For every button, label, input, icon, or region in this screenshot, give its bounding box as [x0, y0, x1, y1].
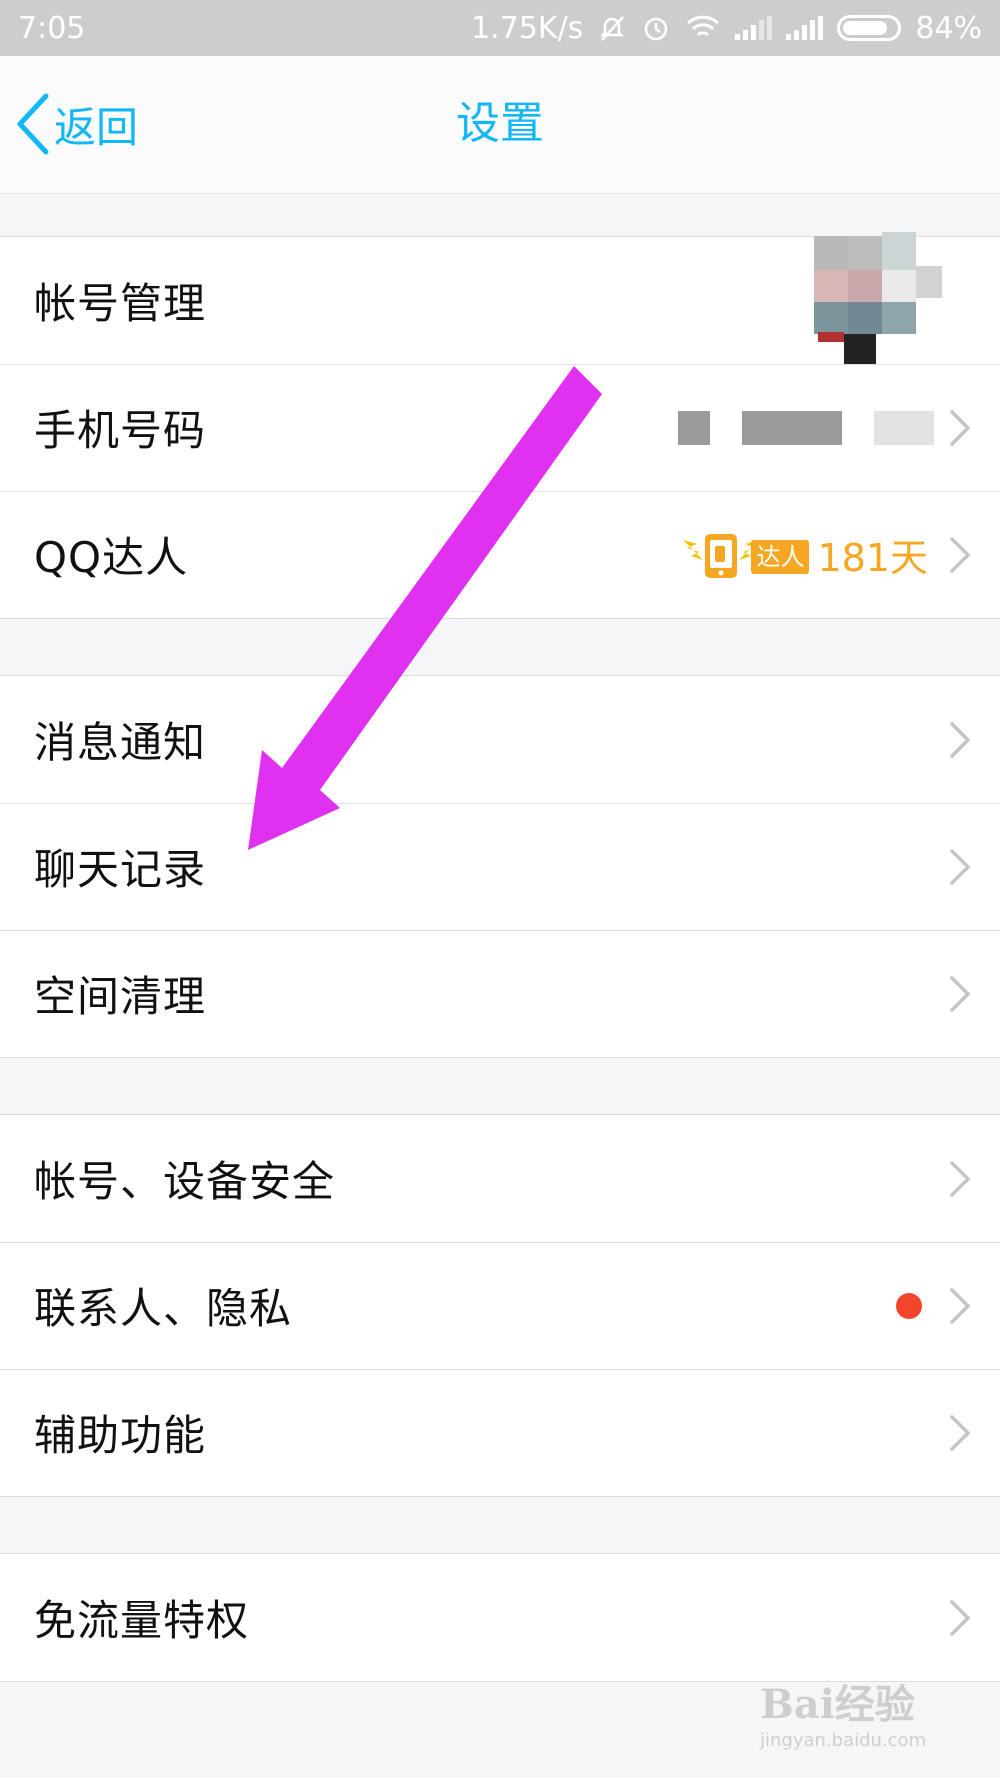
chevron-right-icon — [950, 409, 970, 446]
settings-group-data: 免流量特权 — [0, 1553, 1000, 1682]
page-title: 设置 — [456, 98, 544, 149]
wifi-icon — [687, 15, 720, 37]
expert-badge-text: 达人 — [751, 539, 810, 574]
winged-phone-icon — [683, 533, 760, 578]
baidu-watermark: Bai经验 jingyan.baidu.com — [760, 1672, 960, 1752]
settings-group-account: 帐号管理 手机号码 QQ达人 达人 181天 — [0, 231, 1000, 619]
settings-item-notifications[interactable]: 消息通知 — [0, 676, 1000, 803]
chevron-right-icon — [950, 975, 970, 1012]
signal-icon-1 — [735, 16, 773, 40]
network-speed: 1.75K/s — [471, 10, 584, 46]
settings-group-security: 帐号、设备安全 联系人、隐私 辅助功能 — [0, 1114, 1000, 1497]
signal-icon-2 — [786, 16, 824, 40]
chevron-right-icon — [950, 1599, 970, 1636]
settings-item-account-management[interactable]: 帐号管理 — [0, 231, 1000, 366]
settings-item-contacts-privacy[interactable]: 联系人、隐私 — [0, 1242, 1000, 1369]
chevron-right-icon — [950, 848, 970, 885]
chevron-right-icon — [950, 1160, 970, 1197]
mute-bell-icon — [600, 16, 625, 41]
new-indicator-dot — [896, 1292, 922, 1319]
watermark-logo: Bai经验 — [760, 1681, 915, 1728]
item-label: 辅助功能 — [34, 1411, 207, 1460]
status-time: 7:05 — [18, 10, 86, 46]
item-label: 聊天记录 — [34, 845, 207, 894]
settings-item-account-device-security[interactable]: 帐号、设备安全 — [0, 1115, 1000, 1242]
item-label: 免流量特权 — [34, 1596, 250, 1645]
item-label: 手机号码 — [34, 406, 207, 455]
item-label: 帐号、设备安全 — [34, 1157, 336, 1206]
settings-item-qq-expert[interactable]: QQ达人 达人 181天 — [0, 491, 1000, 618]
chevron-right-icon — [950, 1414, 970, 1451]
battery-icon — [837, 15, 902, 41]
settings-item-free-data[interactable]: 免流量特权 — [0, 1554, 1000, 1681]
item-label: 消息通知 — [34, 718, 207, 767]
battery-percent: 84% — [915, 10, 982, 46]
settings-item-chat-history[interactable]: 聊天记录 — [0, 803, 1000, 930]
chevron-right-icon — [950, 721, 970, 758]
status-bar: 7:05 1.75K/s 84% — [0, 0, 1000, 56]
expert-badge: 达人 181天 — [681, 527, 928, 582]
chevron-right-icon — [950, 1287, 970, 1324]
settings-item-storage-cleanup[interactable]: 空间清理 — [0, 930, 1000, 1057]
settings-item-accessibility[interactable]: 辅助功能 — [0, 1369, 1000, 1496]
phone-number-redacted — [678, 410, 934, 445]
nav-bar: 返回 设置 — [0, 56, 1000, 194]
item-label: QQ达人 — [34, 533, 189, 582]
watermark-url: jingyan.baidu.com — [760, 1730, 927, 1751]
item-label: 空间清理 — [34, 972, 207, 1021]
alarm-icon — [645, 17, 668, 41]
avatar — [814, 231, 944, 366]
chevron-right-icon — [950, 536, 970, 573]
expert-days: 181天 — [817, 536, 928, 580]
item-label: 联系人、隐私 — [34, 1284, 293, 1333]
settings-group-messages: 消息通知 聊天记录 空间清理 — [0, 675, 1000, 1058]
settings-item-phone-number[interactable]: 手机号码 — [0, 364, 1000, 491]
item-label: 帐号管理 — [34, 279, 207, 328]
